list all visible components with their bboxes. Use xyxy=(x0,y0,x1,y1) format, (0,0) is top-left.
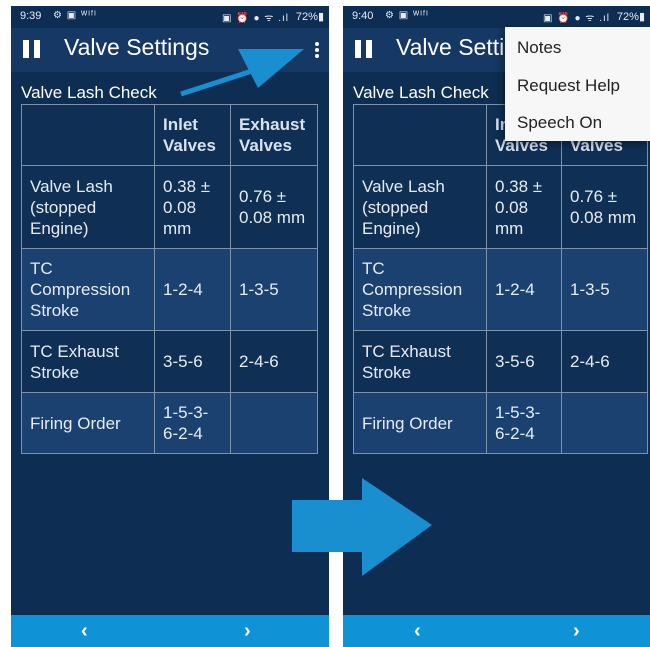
annotation-overlay xyxy=(180,49,432,576)
transition-arrow-icon xyxy=(292,478,432,576)
pointer-arrow-icon xyxy=(180,49,304,97)
